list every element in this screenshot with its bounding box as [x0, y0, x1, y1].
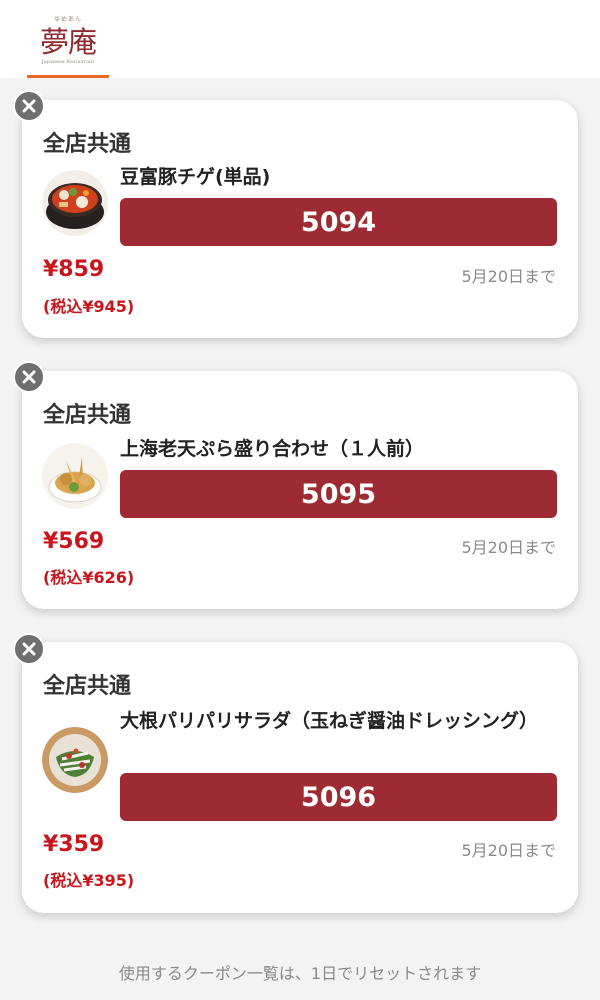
- coupon-card: 全店共通 大根パリパリサラダ（玉ねぎ醤油ドレッシング） 5096 ¥359 (税…: [22, 642, 578, 913]
- coupon-tax-price: (税込¥945): [43, 297, 135, 316]
- brand-logo: 夢庵: [39, 25, 97, 59]
- coupon-scope: 全店共通: [43, 674, 132, 699]
- coupon-item-name: 豆富豚チゲ(単品): [120, 166, 271, 188]
- coupon-code: 5094: [120, 198, 557, 246]
- coupon-expiry: 5月20日まで: [461, 267, 556, 286]
- kimchi-stew-photo: [42, 170, 108, 236]
- logo-subtitle: Japanese Restaurant: [41, 59, 95, 65]
- coupon-scope: 全店共通: [43, 403, 132, 428]
- coupon-tax-price: (税込¥395): [43, 871, 135, 890]
- remove-coupon-button[interactable]: [13, 90, 45, 122]
- coupon-code: 5096: [120, 773, 557, 821]
- coupon-price: ¥859: [43, 257, 105, 282]
- coupon-item-name: 大根パリパリサラダ（玉ねぎ醤油ドレッシング）: [120, 710, 539, 732]
- close-icon: [22, 370, 36, 384]
- coupon-tax-price: (税込¥626): [43, 568, 135, 587]
- coupon-price: ¥569: [43, 529, 105, 554]
- app-header: ゆめあん 夢庵 Japanese Restaurant: [0, 0, 600, 78]
- coupon-price: ¥359: [43, 832, 105, 857]
- reset-notice: 使用するクーポン一覧は、1日でリセットされます: [118, 964, 482, 983]
- remove-coupon-button[interactable]: [13, 361, 45, 393]
- coupon-card: 全店共通 豆富豚チゲ(単品) 5094 ¥859 (税込¥945) 5月20日ま…: [22, 100, 578, 338]
- radish-salad-photo: [42, 727, 108, 793]
- tempura-photo: [42, 443, 108, 509]
- remove-coupon-button[interactable]: [13, 633, 45, 665]
- close-icon: [22, 99, 36, 113]
- coupon-card: 全店共通 上海老天ぷら盛り合わせ（１人前） 5095 ¥569 (税込¥626)…: [22, 371, 578, 609]
- logo-tab[interactable]: ゆめあん 夢庵 Japanese Restaurant: [27, 0, 109, 78]
- coupon-scope: 全店共通: [43, 132, 132, 157]
- coupon-expiry: 5月20日まで: [461, 841, 556, 860]
- close-icon: [22, 642, 36, 656]
- coupon-code: 5095: [120, 470, 557, 518]
- coupon-expiry: 5月20日まで: [461, 538, 556, 557]
- coupon-item-name: 上海老天ぷら盛り合わせ（１人前）: [120, 438, 425, 460]
